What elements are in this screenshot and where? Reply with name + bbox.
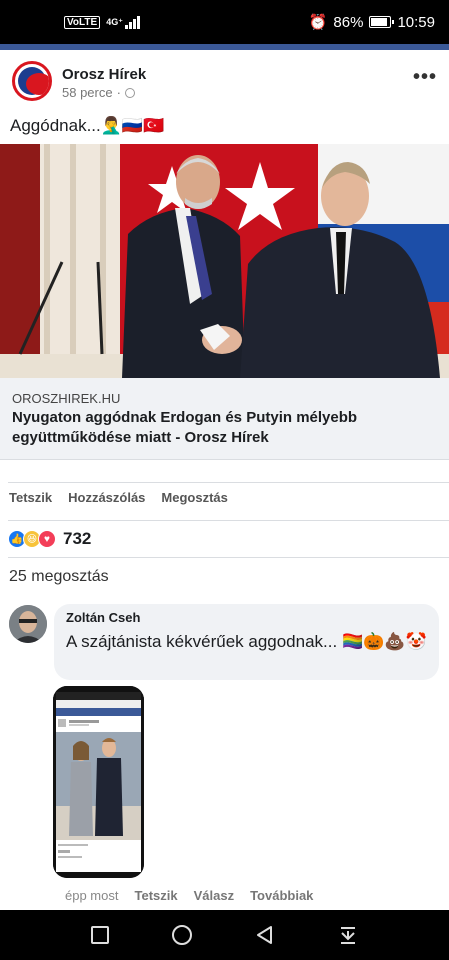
commenter-avatar[interactable] xyxy=(9,605,47,643)
link-preview-card[interactable]: OROSZHIREK.HU Nyugaton aggódnak Erdogan … xyxy=(0,378,449,460)
system-nav-bar xyxy=(0,910,449,960)
recent-apps-icon[interactable] xyxy=(91,926,110,944)
divider xyxy=(8,557,449,558)
reaction-count: 732 xyxy=(63,529,92,548)
back-icon[interactable] xyxy=(255,925,275,945)
share-count[interactable]: 25 megosztás xyxy=(9,568,109,586)
post-time[interactable]: 58 perce xyxy=(62,85,113,100)
post-actions: Tetszik Hozzászólás Megosztás xyxy=(0,490,449,514)
post-meta: 58 perce · xyxy=(62,85,135,100)
comment-reply-button[interactable]: Válasz xyxy=(194,888,234,903)
comment-button[interactable]: Hozzászólás xyxy=(68,490,145,514)
page-avatar[interactable] xyxy=(12,61,52,101)
comment-like-button[interactable]: Tetszik xyxy=(134,888,177,903)
page-name[interactable]: Orosz Hírek xyxy=(62,66,146,83)
reactions-summary[interactable]: 👍 😆 ♥ 732 xyxy=(8,529,91,549)
love-reaction-icon: ♥ xyxy=(38,530,56,548)
post-header: Orosz Hírek 58 perce · ••• xyxy=(0,50,449,112)
alarm-icon: ⏰ xyxy=(308,14,328,31)
volte-indicator: VoLTE xyxy=(64,15,101,29)
more-options-button[interactable]: ••• xyxy=(413,66,437,89)
lte-indicator: 4G⁺ xyxy=(106,16,123,27)
like-button[interactable]: Tetszik xyxy=(9,490,52,514)
link-preview-image[interactable] xyxy=(0,144,449,378)
battery-icon xyxy=(369,16,395,28)
link-title: Nyugaton aggódnak Erdogan és Putyin mély… xyxy=(12,409,358,446)
clock: 10:59 xyxy=(397,13,435,31)
comment-bubble: Zoltán Cseh A szájtánista kékvérűek aggo… xyxy=(54,604,439,680)
comment-author[interactable]: Zoltán Cseh xyxy=(66,610,427,625)
link-domain: OROSZHIREK.HU xyxy=(12,391,121,406)
globe-icon xyxy=(124,87,135,98)
divider xyxy=(8,520,449,521)
comment-attachment-image[interactable] xyxy=(53,686,144,878)
status-bar: VoLTE 4G⁺ ⏰ 86% 10:59 xyxy=(0,0,449,44)
home-icon[interactable] xyxy=(172,925,193,945)
comment-more-button[interactable]: Továbbiak xyxy=(250,888,313,903)
signal-icon xyxy=(124,15,140,29)
battery-percent: 86% xyxy=(333,13,364,31)
comment-time: épp most xyxy=(65,888,119,903)
divider xyxy=(8,482,449,483)
notification-pull-icon[interactable] xyxy=(338,925,358,945)
comment-text: A szájtánista kékvérűek aggodnak... 🏳️‍🌈… xyxy=(66,632,427,651)
comment-footer: épp most Tetszik Válasz Továbbiak xyxy=(65,888,313,903)
share-button[interactable]: Megosztás xyxy=(161,490,227,514)
post-caption: Aggódnak...🤦‍♂️🇷🇺🇹🇷 xyxy=(10,116,165,135)
